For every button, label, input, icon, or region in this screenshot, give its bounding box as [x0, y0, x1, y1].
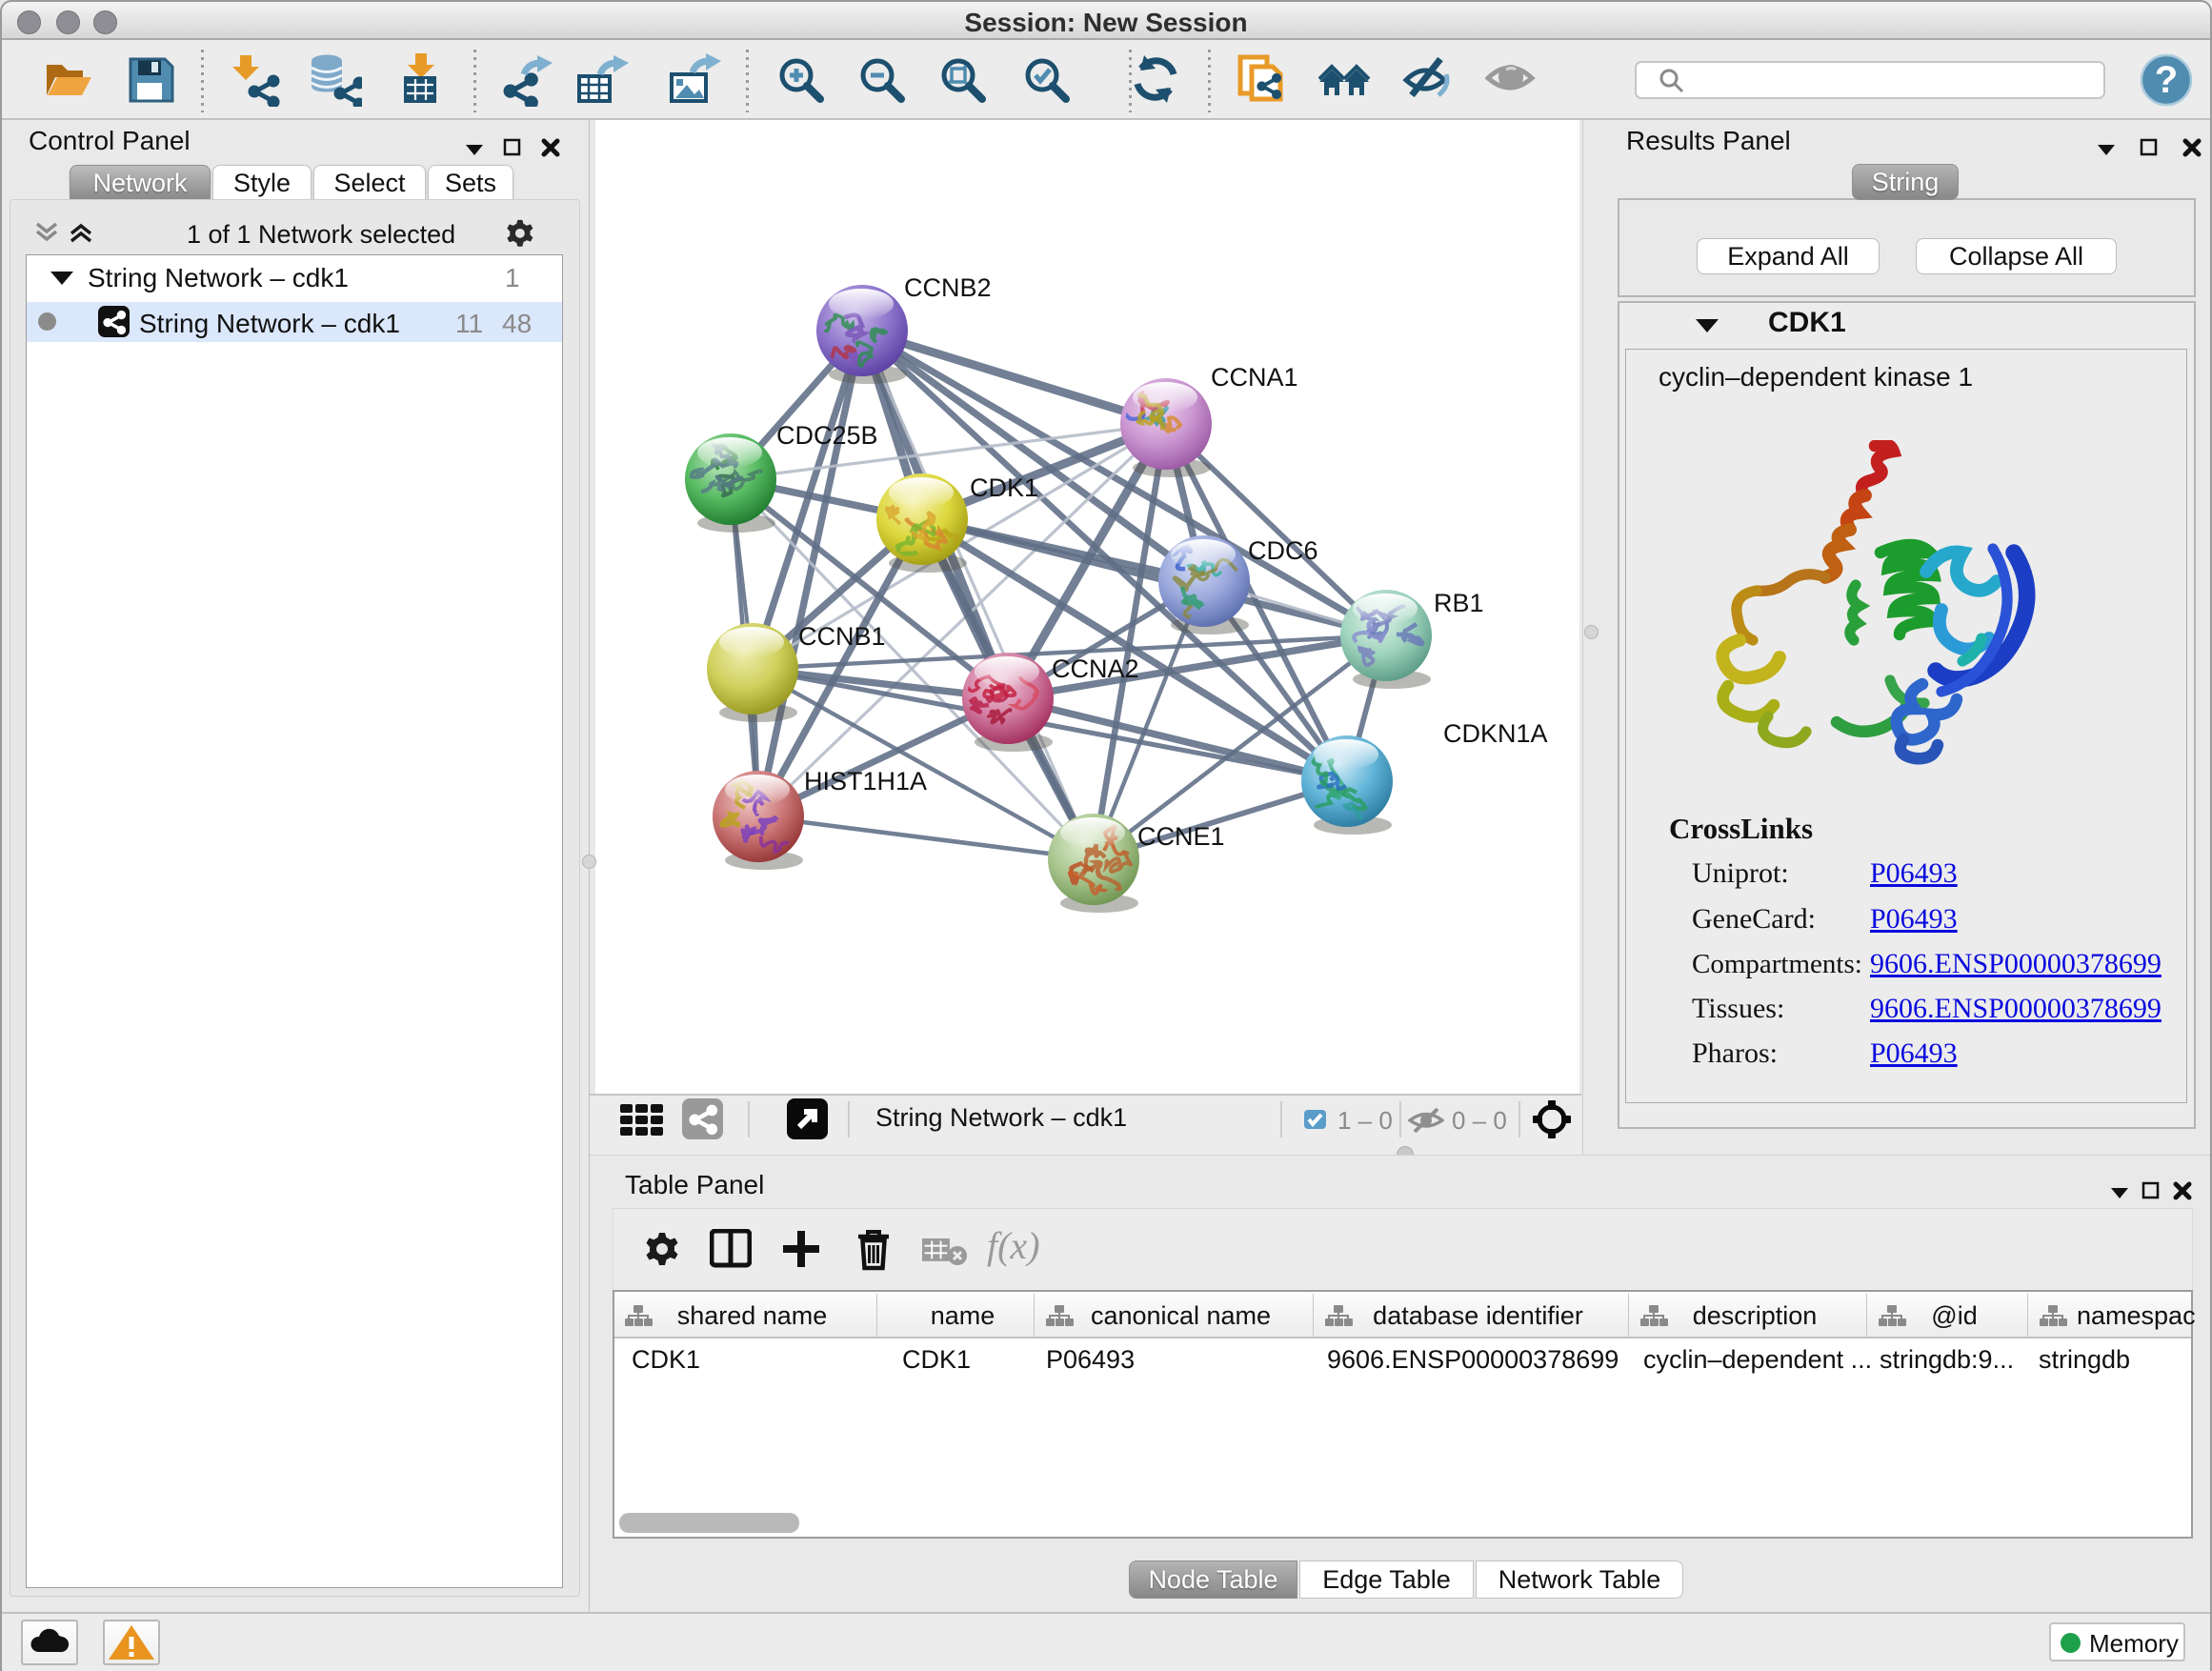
svg-text:CCNB1: CCNB1	[798, 622, 886, 651]
svg-text:CDC25B: CDC25B	[776, 421, 878, 450]
svg-text:CDK1: CDK1	[970, 473, 1038, 502]
svg-text:HIST1H1A: HIST1H1A	[804, 767, 927, 795]
svg-text:CDKN1A: CDKN1A	[1443, 719, 1548, 748]
svg-text:RB1: RB1	[1434, 589, 1484, 617]
svg-text:CCNA2: CCNA2	[1052, 654, 1139, 683]
svg-text:CDC6: CDC6	[1248, 536, 1318, 565]
svg-text:?: ?	[2155, 59, 2178, 101]
svg-text:CCNE1: CCNE1	[1137, 822, 1225, 851]
svg-text:CCNA1: CCNA1	[1211, 363, 1298, 392]
svg-text:CCNB2: CCNB2	[904, 273, 992, 302]
